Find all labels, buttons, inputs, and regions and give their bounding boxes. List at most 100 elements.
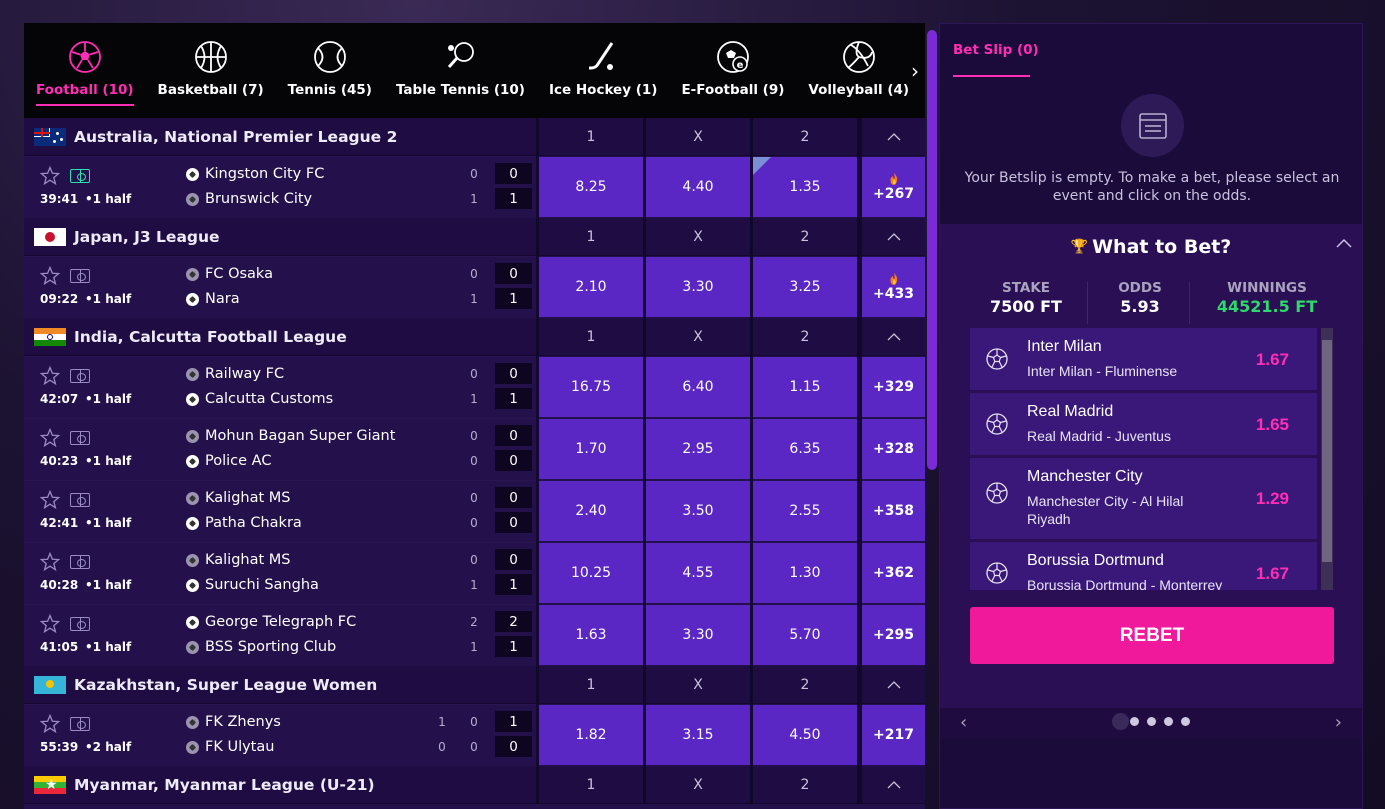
home-team[interactable]: Kalighat MS (186, 552, 291, 568)
odds-home-button[interactable]: 1.70 (539, 419, 643, 479)
odds-draw-button[interactable]: 6.40 (646, 357, 750, 417)
chevron-up-icon[interactable] (1336, 238, 1352, 248)
away-score: 0 (495, 450, 532, 471)
home-team[interactable]: Kingston City FC (186, 166, 324, 182)
rebet-button[interactable]: REBET (970, 607, 1334, 664)
carousel-dot[interactable] (1130, 717, 1139, 726)
away-team[interactable]: Police AC (186, 453, 271, 469)
more-markets-button[interactable]: +267 (862, 157, 925, 217)
league-collapse-button[interactable] (862, 766, 925, 804)
favorite-star-icon[interactable] (39, 165, 61, 186)
sport-tab-football[interactable]: Football (10) (36, 23, 134, 106)
away-team[interactable]: Brunswick City (186, 191, 312, 207)
pitch-icon[interactable] (70, 717, 90, 731)
carousel-dot[interactable] (1147, 717, 1156, 726)
league-collapse-button[interactable] (862, 318, 925, 356)
odds-home-button[interactable]: 2.10 (539, 257, 643, 317)
pitch-icon[interactable] (70, 269, 90, 283)
carousel-next-arrow[interactable]: › (1335, 712, 1342, 733)
more-markets-button[interactable]: +295 (862, 605, 925, 665)
away-team[interactable]: FK Ulytau (186, 739, 274, 755)
sports-next-arrow[interactable]: › (911, 59, 919, 83)
suggested-pick[interactable]: Real Madrid Real Madrid - Juventus 1.65 (970, 393, 1317, 455)
away-team[interactable]: Calcutta Customs (186, 391, 333, 407)
odds-away-button[interactable]: 2.55 (753, 481, 857, 541)
more-markets-button[interactable]: +329 (862, 357, 925, 417)
odds-home-button[interactable]: 1.63 (539, 605, 643, 665)
favorite-star-icon[interactable] (39, 613, 61, 634)
pitch-icon[interactable] (70, 555, 90, 569)
suggested-pick[interactable]: Inter Milan Inter Milan - Fluminense 1.6… (970, 328, 1317, 390)
carousel-dot[interactable] (1181, 717, 1190, 726)
away-team[interactable]: Patha Chakra (186, 515, 302, 531)
home-team[interactable]: George Telegraph FC (186, 614, 356, 630)
more-markets-button[interactable]: +362 (862, 543, 925, 603)
pitch-icon[interactable] (70, 617, 90, 631)
favorite-star-icon[interactable] (39, 713, 61, 734)
odds-draw-button[interactable]: 4.55 (646, 543, 750, 603)
away-team[interactable]: Suruchi Sangha (186, 577, 319, 593)
events-scrollbar[interactable] (927, 30, 937, 470)
league-name[interactable]: ★ Myanmar, Myanmar League (U-21) (34, 766, 375, 804)
more-markets-button[interactable]: +328 (862, 419, 925, 479)
home-team[interactable]: Railway FC (186, 366, 284, 382)
sport-tab-e-football[interactable]: e E-Football (9) (681, 23, 784, 98)
more-markets-button[interactable]: +358 (862, 481, 925, 541)
league-name[interactable]: Japan, J3 League (34, 218, 220, 256)
home-team[interactable]: FK Zhenys (186, 714, 281, 730)
favorite-star-icon[interactable] (39, 365, 61, 386)
favorite-star-icon[interactable] (39, 489, 61, 510)
odds-draw-button[interactable]: 3.30 (646, 257, 750, 317)
odds-draw-button[interactable]: 3.30 (646, 605, 750, 665)
league-name[interactable]: Kazakhstan, Super League Women (34, 666, 377, 704)
league-collapse-button[interactable] (862, 218, 925, 256)
sport-tab-basketball[interactable]: Basketball (7) (158, 23, 264, 98)
league-collapse-button[interactable] (862, 666, 925, 704)
odds-draw-button[interactable]: 4.40 (646, 157, 750, 217)
suggested-pick[interactable]: Borussia Dortmund Borussia Dortmund - Mo… (970, 542, 1317, 590)
sport-tab-volleyball[interactable]: Volleyball (4) (808, 23, 909, 98)
sport-tab-tennis[interactable]: Tennis (45) (288, 23, 372, 98)
odds-away-button[interactable]: 5.70 (753, 605, 857, 665)
favorite-star-icon[interactable] (39, 265, 61, 286)
tab-bet-slip[interactable]: Bet Slip (0) (953, 42, 1039, 58)
home-team[interactable]: Mohun Bagan Super Giant (186, 428, 395, 444)
odds-home-button[interactable]: 16.75 (539, 357, 643, 417)
pitch-icon[interactable] (70, 369, 90, 383)
league-name[interactable]: India, Calcutta Football League (34, 318, 347, 356)
home-team[interactable]: FC Osaka (186, 266, 273, 282)
away-team[interactable]: BSS Sporting Club (186, 639, 336, 655)
carousel-dot[interactable] (1164, 717, 1173, 726)
league-name[interactable]: Australia, National Premier League 2 (34, 118, 397, 156)
home-team[interactable]: Kalighat MS (186, 490, 291, 506)
odds-away-button[interactable]: 1.15 (753, 357, 857, 417)
odds-home-button[interactable]: 1.82 (539, 705, 643, 765)
odds-away-button[interactable]: 1.30 (753, 543, 857, 603)
suggested-pick[interactable]: Manchester City Manchester City - Al Hil… (970, 458, 1317, 539)
sport-tab-ice-hockey[interactable]: Ice Hockey (1) (549, 23, 657, 98)
odds-draw-button[interactable]: 3.15 (646, 705, 750, 765)
sport-tab-table-tennis[interactable]: Table Tennis (10) (396, 23, 525, 98)
pitch-icon[interactable] (70, 431, 90, 445)
favorite-star-icon[interactable] (39, 427, 61, 448)
more-markets-button[interactable]: +217 (862, 705, 925, 765)
odds-home-button[interactable]: 8.25 (539, 157, 643, 217)
odds-away-button[interactable]: 6.35 (753, 419, 857, 479)
odds-home-button[interactable]: 2.40 (539, 481, 643, 541)
away-team[interactable]: Nara (186, 291, 240, 307)
pitch-icon[interactable] (70, 169, 90, 183)
odds-away-button[interactable]: 3.25 (753, 257, 857, 317)
picks-scrollbar-thumb[interactable] (1322, 340, 1332, 562)
odds-away-button[interactable]: 1.35 (753, 157, 857, 217)
league-collapse-button[interactable] (862, 118, 925, 156)
more-markets-button[interactable]: +433 (862, 257, 925, 317)
odds-home-button[interactable]: 10.25 (539, 543, 643, 603)
odds-away-button[interactable]: 4.50 (753, 705, 857, 765)
odds-draw-button[interactable]: 2.95 (646, 419, 750, 479)
period-score: 1 (470, 392, 478, 406)
odds-draw-button[interactable]: 3.50 (646, 481, 750, 541)
pitch-icon[interactable] (70, 493, 90, 507)
carousel-prev-arrow[interactable]: ‹ (960, 712, 967, 733)
carousel-dot[interactable] (1112, 713, 1129, 730)
favorite-star-icon[interactable] (39, 551, 61, 572)
